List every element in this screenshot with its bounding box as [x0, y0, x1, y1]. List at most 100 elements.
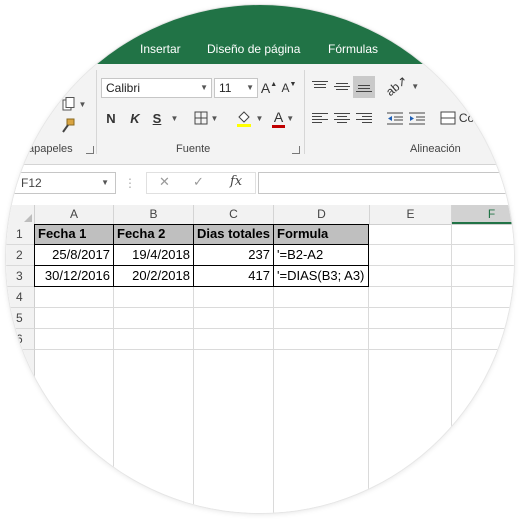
cell-f5[interactable]: [452, 308, 514, 329]
underline-button[interactable]: S: [150, 108, 164, 128]
row-header-3[interactable]: 3: [6, 266, 35, 287]
align-bottom-button[interactable]: [353, 76, 375, 98]
cell-a3[interactable]: 30/12/2016: [35, 266, 114, 287]
align-bottom-icon: [356, 81, 372, 93]
align-left-button[interactable]: [311, 108, 329, 128]
cell-b4[interactable]: [114, 287, 194, 308]
chevron-down-icon: ▼: [101, 178, 109, 187]
cell-b1[interactable]: Fecha 2: [114, 224, 194, 245]
italic-button[interactable]: K: [128, 108, 142, 128]
cancel-icon[interactable]: ✕: [159, 174, 170, 190]
clipboard-launcher-icon[interactable]: [86, 146, 94, 154]
cell-e4[interactable]: [369, 287, 452, 308]
row-header-2[interactable]: 2: [6, 245, 35, 266]
tab-diseno-de-pagina[interactable]: Diseño de página: [207, 42, 300, 56]
format-painter-button[interactable]: [58, 116, 78, 136]
cell-c5[interactable]: [194, 308, 274, 329]
cell-c3[interactable]: 417: [194, 266, 274, 287]
column-header-a[interactable]: A: [35, 205, 114, 224]
cell-e2[interactable]: [369, 245, 452, 266]
fill-color-button[interactable]: ▼: [232, 108, 266, 128]
shrink-font-button[interactable]: A ▼: [280, 78, 298, 98]
cell-c6[interactable]: [194, 329, 274, 350]
font-color-button[interactable]: A ▼: [268, 108, 300, 128]
align-top-button[interactable]: [311, 76, 329, 96]
name-box[interactable]: F12 ▼: [14, 172, 116, 194]
cell-e3[interactable]: [369, 266, 452, 287]
chevron-down-icon: ▼: [170, 113, 179, 123]
cell-d1[interactable]: Formula: [274, 224, 369, 245]
align-right-button[interactable]: [355, 108, 373, 128]
cell-d5[interactable]: [274, 308, 369, 329]
cell-b5[interactable]: [114, 308, 194, 329]
merge-center-button[interactable]: Co: [437, 108, 477, 128]
copy-button[interactable]: ▼: [60, 94, 88, 114]
cell-d4[interactable]: [274, 287, 369, 308]
cell-f6[interactable]: [452, 329, 514, 350]
row-header-1[interactable]: 1: [6, 224, 35, 245]
orientation-button[interactable]: ab↗ ▼: [383, 73, 420, 99]
cell-f2[interactable]: [452, 245, 514, 266]
cell-a4[interactable]: [35, 287, 114, 308]
tab-insertar[interactable]: Insertar: [140, 42, 181, 56]
cell-c4[interactable]: [194, 287, 274, 308]
align-center-button[interactable]: [333, 108, 351, 128]
font-size-combo[interactable]: 11 ▼: [214, 78, 258, 98]
column-header-e[interactable]: E: [370, 205, 452, 224]
align-middle-button[interactable]: [333, 76, 351, 96]
underline-dropdown[interactable]: ▼: [167, 108, 179, 128]
copy-icon: [62, 97, 75, 111]
cell-a2[interactable]: 25/8/2017: [35, 245, 114, 266]
chevron-down-icon: ▼: [246, 83, 254, 92]
cell-f3[interactable]: [452, 266, 514, 287]
increase-indent-button[interactable]: [408, 108, 426, 128]
insert-function-icon[interactable]: fx: [230, 174, 242, 189]
cell-d6[interactable]: [274, 329, 369, 350]
cell-b3[interactable]: 20/2/2018: [114, 266, 194, 287]
column-header-f[interactable]: F: [452, 205, 514, 224]
row-header-5[interactable]: 5: [6, 308, 35, 329]
merge-center-label: Co: [458, 111, 475, 125]
cell-a1[interactable]: Fecha 1: [35, 224, 114, 245]
paint-bucket-icon: [236, 111, 251, 127]
font-launcher-icon[interactable]: [292, 146, 300, 154]
cell-a6[interactable]: [35, 329, 114, 350]
row-header-4[interactable]: 4: [6, 287, 35, 308]
row-header-blank: [6, 350, 35, 513]
column-header-b[interactable]: B: [114, 205, 194, 224]
tab-formulas[interactable]: Fórmulas: [328, 42, 378, 56]
select-all-button[interactable]: [6, 205, 35, 224]
row-header-6[interactable]: 6: [6, 329, 35, 350]
cell-d2[interactable]: '=B2-A2: [274, 245, 369, 266]
cell-f1[interactable]: [452, 224, 514, 245]
cell-e5[interactable]: [369, 308, 452, 329]
cell-b6[interactable]: [114, 329, 194, 350]
ribbon: ▼ apapeles Calibri ▼ 11 ▼ A ▲ A ▼ N K S …: [6, 64, 514, 165]
column-header-d[interactable]: D: [274, 205, 370, 224]
cell-f4[interactable]: [452, 287, 514, 308]
enter-icon[interactable]: ✓: [193, 174, 204, 190]
borders-button[interactable]: ▼: [188, 108, 224, 128]
bold-button[interactable]: N: [104, 108, 118, 128]
font-color-icon: A: [273, 108, 284, 125]
cell-e6[interactable]: [369, 329, 452, 350]
grid-filler: [35, 350, 114, 513]
cell-d3[interactable]: '=DIAS(B3; A3): [274, 266, 369, 287]
grow-font-button[interactable]: A ▲: [260, 78, 278, 98]
column-header-c[interactable]: C: [194, 205, 274, 224]
font-name-combo[interactable]: Calibri ▼: [101, 78, 212, 98]
more-options-icon[interactable]: ⋮: [124, 176, 136, 190]
cell-e1[interactable]: [369, 224, 452, 245]
cell-a5[interactable]: [35, 308, 114, 329]
name-box-value: F12: [21, 176, 42, 190]
cell-b2[interactable]: 19/4/2018: [114, 245, 194, 266]
formula-input[interactable]: [258, 172, 514, 194]
decrease-indent-button[interactable]: [386, 108, 404, 128]
decrease-indent-icon: [387, 112, 403, 124]
group-label-font: Fuente: [176, 143, 211, 155]
cell-c1[interactable]: Dias totales: [194, 224, 274, 245]
align-center-icon: [334, 112, 350, 124]
cell-c2[interactable]: 237: [194, 245, 274, 266]
grid-filler: [114, 350, 194, 513]
grow-font-icon: A: [260, 80, 271, 96]
